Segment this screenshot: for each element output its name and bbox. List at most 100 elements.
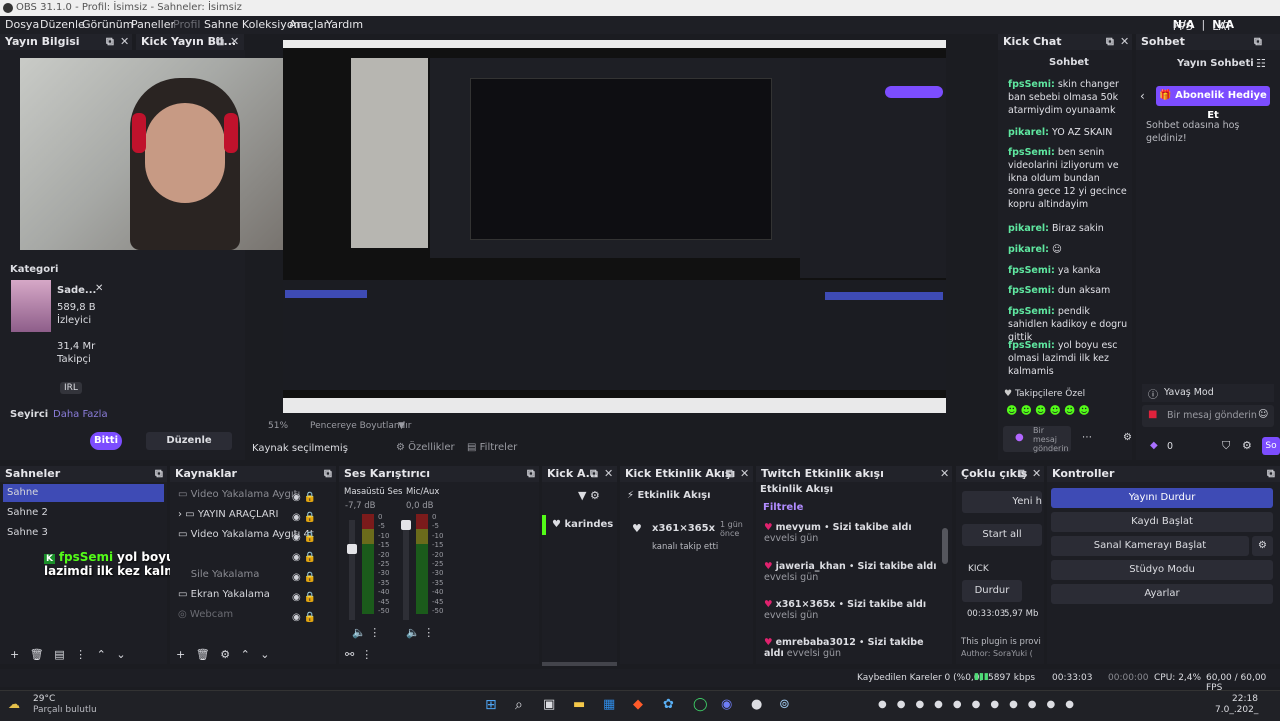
users-icon[interactable]: ☷ [1256, 57, 1266, 70]
trash-icon[interactable]: 🗑 [196, 648, 210, 661]
bitti-button[interactable]: Bitti [90, 432, 122, 450]
float-icon[interactable]: ⧉ [1267, 467, 1275, 481]
app-icon[interactable]: ✿ [663, 697, 674, 712]
menu-profil[interactable]: Profil [173, 18, 200, 31]
close-icon[interactable]: ✕ [1032, 467, 1041, 480]
file-explorer-icon[interactable]: ▬ [573, 697, 585, 712]
obs-icon[interactable]: ● [751, 697, 762, 712]
gear-icon[interactable]: ⚙ [1242, 439, 1252, 452]
close-icon[interactable]: ✕ [120, 35, 129, 48]
store-icon[interactable]: ▦ [603, 697, 615, 712]
send-chat-button[interactable]: So [1262, 437, 1280, 455]
add-icon[interactable]: + [10, 648, 19, 661]
start-virtual-camera-button[interactable]: Sanal Kamerayı Başlat [1051, 536, 1249, 556]
filter-icon[interactable]: ▼ ⚙ [578, 489, 600, 502]
tag-irl[interactable]: IRL [60, 382, 82, 394]
steam-icon[interactable]: ⊚ [779, 697, 790, 712]
float-icon[interactable]: ⧉ [527, 467, 535, 481]
duzenle-button[interactable]: Düzenle [146, 432, 232, 450]
discord-icon[interactable]: ◉ [721, 697, 732, 712]
gear-icon[interactable]: ⚙ [1123, 432, 1132, 443]
scene-item[interactable]: Sahne [3, 484, 164, 502]
filter-link[interactable]: Filtrele [763, 502, 803, 513]
horizontal-scrollbar[interactable] [542, 662, 617, 666]
float-icon[interactable]: ⧉ [590, 467, 598, 481]
float-icon[interactable]: ⧉ [324, 467, 332, 481]
add-icon[interactable]: + [176, 648, 185, 661]
settings-button[interactable]: Ayarlar [1051, 584, 1273, 604]
menu-araclar[interactable]: Araçlar [289, 18, 328, 31]
down-icon[interactable]: ⌄ [116, 648, 125, 661]
system-tray-icons[interactable]: ●●●●●●●●●●● [878, 699, 1084, 710]
trash-icon[interactable]: 🗑 [30, 648, 44, 661]
kick-chat-input[interactable]: ● Bir mesaj gönderin [1003, 426, 1071, 453]
eye-icon[interactable]: ◉ 🔒 [292, 568, 322, 588]
chevron-down-icon[interactable]: ▼ [398, 421, 405, 431]
float-icon[interactable]: ⧉ [1254, 35, 1262, 49]
volume-slider-track[interactable] [347, 520, 357, 620]
float-icon[interactable]: ⧉ [726, 467, 734, 481]
up-icon[interactable]: ⌃ [241, 648, 250, 661]
down-icon[interactable]: ⌄ [260, 648, 269, 661]
gift-subscription-button[interactable]: 🎁 Abonelik Hediye Et [1156, 86, 1270, 121]
resize-to-window[interactable]: Pencereye Boyutlandır [310, 421, 411, 431]
gear-icon[interactable]: ⚙ [1252, 536, 1273, 556]
whatsapp-icon[interactable]: ◯ [693, 697, 708, 712]
menu-yardim[interactable]: Yardım [326, 18, 363, 31]
close-icon[interactable]: ✕ [230, 35, 239, 48]
start-recording-button[interactable]: Kaydı Başlat [1051, 512, 1273, 532]
mixer-link-icon[interactable]: ⚯ ⋮ [345, 648, 372, 661]
eye-icon[interactable]: ◉ 🔒 [292, 548, 322, 568]
menu-dosya[interactable]: Dosya [5, 18, 39, 31]
close-icon[interactable]: ✕ [1120, 35, 1129, 48]
volume-slider-handle[interactable] [347, 544, 357, 554]
scene-item[interactable]: Sahne 2 [7, 507, 48, 518]
search-icon[interactable]: ⌕ [515, 697, 523, 713]
chat-tools-icon[interactable]: ⋯ [1082, 432, 1092, 443]
float-icon[interactable]: ⧉ [216, 35, 224, 49]
more-icon[interactable]: ⋮ [75, 648, 86, 661]
close-icon[interactable]: ✕ [940, 467, 949, 480]
task-view-icon[interactable]: ▣ [543, 697, 555, 712]
up-icon[interactable]: ⌃ [97, 648, 106, 661]
properties-button[interactable]: ⚙ Özellikler [396, 442, 455, 453]
eye-icon[interactable]: ◉ 🔒 [292, 488, 322, 508]
daha-fazla-link[interactable]: Daha Fazla [53, 409, 108, 420]
shield-icon[interactable]: ⛉ [1222, 439, 1230, 453]
scene-item[interactable]: Sahne 3 [7, 527, 48, 538]
new-target-button[interactable]: Yeni h [962, 491, 1042, 513]
eye-icon[interactable]: ◉ 🔒 [292, 588, 322, 608]
float-icon[interactable]: ⧉ [106, 35, 114, 49]
preview-canvas[interactable] [283, 40, 946, 413]
windows-start-icon[interactable]: ⊞ [485, 697, 497, 713]
back-icon[interactable]: ‹ [1140, 89, 1145, 103]
stop-stream-button[interactable]: Yayını Durdur [1051, 488, 1273, 508]
float-icon[interactable]: ⧉ [1018, 467, 1026, 481]
vertical-scrollbar[interactable] [942, 528, 948, 564]
emoji-icon[interactable]: ☺ [1258, 409, 1268, 420]
eye-icon[interactable]: ◉ 🔒 [292, 608, 322, 628]
twitch-chat-input[interactable]: ■ Bir mesaj gönderin ☺ [1142, 405, 1274, 427]
category-close-icon[interactable]: ✕ [95, 283, 103, 294]
float-icon[interactable]: ⧉ [1106, 35, 1114, 49]
speaker-icon[interactable]: 🔈 ⋮ [406, 626, 434, 639]
filters-button[interactable]: ▤ Filtreler [467, 442, 517, 453]
stop-target-button[interactable]: Durdur [962, 580, 1022, 602]
eye-icon[interactable]: ◉ 🔒 [292, 508, 322, 528]
float-icon[interactable]: ⧉ [155, 467, 163, 481]
speaker-icon[interactable]: 🔈 ⋮ [352, 626, 380, 639]
menu-gorunum[interactable]: Görünüm [82, 18, 133, 31]
filter-icon[interactable]: ▤ [54, 648, 64, 661]
volume-slider-handle[interactable] [401, 520, 411, 530]
start-all-button[interactable]: Start all [962, 524, 1042, 546]
volume-slider-track[interactable] [401, 520, 411, 620]
mic-icon[interactable]: ● [1015, 432, 1024, 443]
studio-mode-button[interactable]: Stüdyo Modu [1051, 560, 1273, 580]
brave-icon[interactable]: ◆ [633, 697, 643, 712]
menu-duzenle[interactable]: Düzenle [40, 18, 85, 31]
menu-paneller[interactable]: Paneller [131, 18, 175, 31]
emote-bar[interactable]: ☻☻☻☻☻☻ [1006, 404, 1116, 418]
close-icon[interactable]: ✕ [740, 467, 749, 480]
close-icon[interactable]: ✕ [604, 467, 613, 480]
eye-icon[interactable]: ◉ 🔒 [292, 528, 322, 548]
